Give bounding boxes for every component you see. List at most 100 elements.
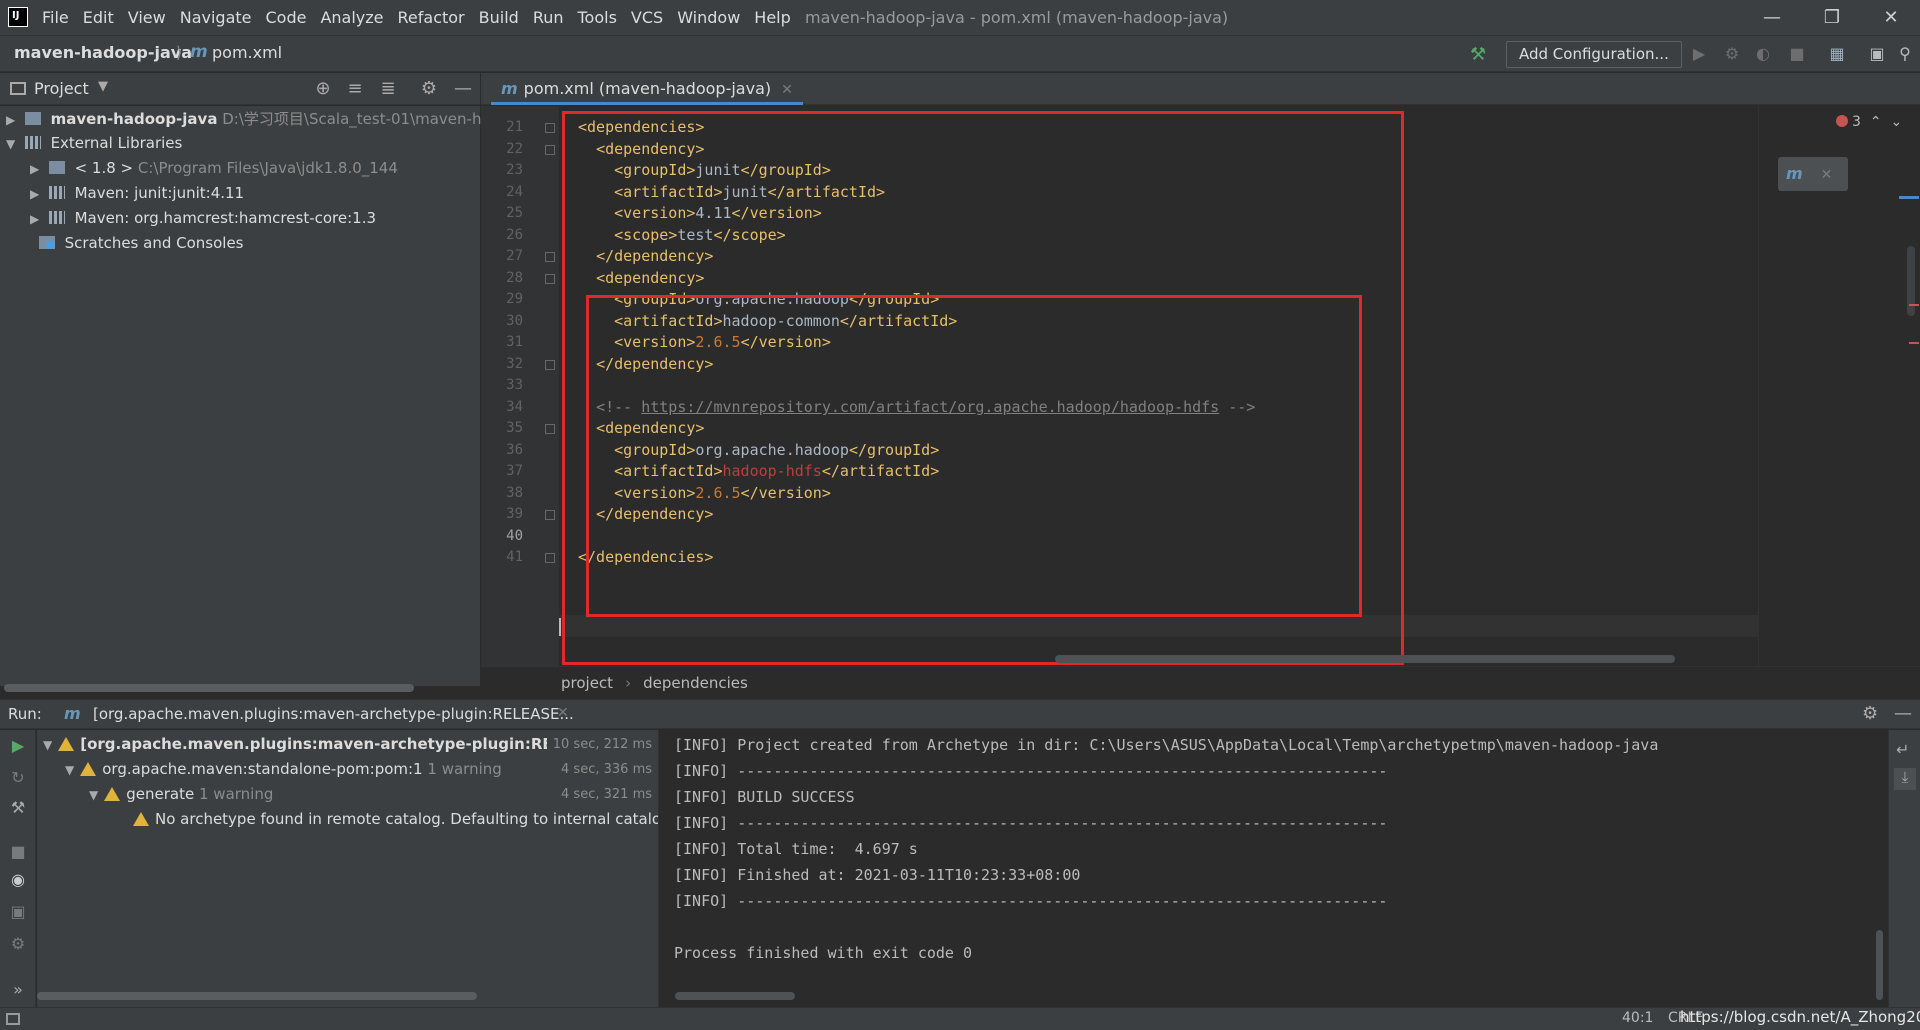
restore-icon[interactable]: ❐: [1807, 0, 1857, 35]
chevron-down-icon[interactable]: ▼: [6, 132, 20, 157]
fold-marker-icon[interactable]: [545, 274, 555, 284]
line-number: 22: [506, 141, 523, 157]
tree-item-junit[interactable]: ▶ Maven: junit:junit:4.11: [30, 181, 244, 206]
run-tree-scrollbar[interactable]: [37, 992, 477, 1000]
menu-edit[interactable]: Edit: [83, 0, 114, 35]
breadcrumb-project[interactable]: maven-hadoop-java: [14, 43, 192, 62]
editor-horizontal-scrollbar[interactable]: [1055, 655, 1675, 663]
menu-navigate[interactable]: Navigate: [180, 0, 252, 35]
tree-item-archetype-warning[interactable]: No archetype found in remote catalog. De…: [133, 807, 658, 832]
tree-item-label: < 1.8 >: [74, 159, 134, 177]
search-icon[interactable]: ⚲: [1894, 44, 1916, 66]
close-run-tab-icon[interactable]: ✕: [557, 705, 569, 721]
presentation-icon[interactable]: ▣: [1866, 44, 1888, 66]
rerun-icon[interactable]: ▶: [8, 736, 28, 755]
tree-item-time: 10 sec, 212 ms: [546, 732, 652, 757]
tree-item-hamcrest[interactable]: ▶ Maven: org.hamcrest:hamcrest-core:1.3: [30, 206, 376, 231]
eye-icon[interactable]: ◉: [8, 870, 28, 889]
minimize-icon[interactable]: —: [1747, 0, 1797, 35]
project-panel-title[interactable]: Project: [34, 79, 89, 98]
menu-file[interactable]: File: [42, 0, 69, 35]
tab-pom-xml[interactable]: m pom.xml (maven-hadoop-java) ✕: [491, 73, 803, 105]
chevron-down-icon[interactable]: ▼: [65, 763, 74, 777]
chevron-right-icon[interactable]: ▶: [30, 207, 44, 232]
hide-panel-icon[interactable]: —: [452, 78, 474, 99]
project-structure-icon[interactable]: ▦: [1826, 44, 1848, 66]
settings-icon[interactable]: ⚙: [8, 934, 28, 953]
error-stripe[interactable]: [1909, 304, 1919, 306]
close-icon[interactable]: ✕: [1821, 167, 1833, 183]
menu-analyze[interactable]: Analyze: [320, 0, 383, 35]
tree-item-standalone-pom[interactable]: ▼ org.apache.maven:standalone-pom:pom:1 1…: [65, 757, 502, 782]
fold-marker-icon[interactable]: [545, 252, 555, 262]
fold-marker-icon[interactable]: [545, 424, 555, 434]
status-bar: 40:1 CRLF https://blog.csdn.net/A_Zhong2…: [0, 1007, 1920, 1030]
fold-marker-icon[interactable]: [545, 123, 555, 133]
stop-icon[interactable]: ■: [1786, 44, 1808, 66]
close-window-icon[interactable]: ✕: [1866, 0, 1916, 35]
coverage-icon[interactable]: ◐: [1752, 44, 1774, 66]
menu-code[interactable]: Code: [266, 0, 307, 35]
fold-marker-icon[interactable]: [545, 553, 555, 563]
watermark-text: https://blog.csdn.net/A_Zhong20: [1680, 1008, 1920, 1026]
maven-reload-badge[interactable]: m ✕: [1778, 157, 1848, 191]
run-console[interactable]: [INFO] Project created from Archetype in…: [660, 730, 1888, 1007]
breadcrumb-file[interactable]: pom.xml: [212, 43, 282, 62]
locate-icon[interactable]: ⊕: [312, 78, 334, 99]
line-number: 24: [506, 184, 523, 200]
menu-vcs[interactable]: VCS: [631, 0, 663, 35]
chevron-down-icon[interactable]: ▼: [43, 738, 52, 752]
menu-view[interactable]: View: [128, 0, 166, 35]
build-hammer-icon[interactable]: ⚒: [1470, 44, 1486, 65]
caret-position[interactable]: 40:1: [1622, 1010, 1653, 1026]
run-icon[interactable]: ▶: [1688, 44, 1710, 66]
fold-marker-icon[interactable]: [545, 510, 555, 520]
line-number: 34: [506, 399, 523, 415]
menu-window[interactable]: Window: [677, 0, 740, 35]
gear-icon[interactable]: ⚙: [418, 78, 440, 99]
crumb-dependencies[interactable]: dependencies: [643, 674, 748, 692]
menu-tools[interactable]: Tools: [578, 0, 617, 35]
project-tree-scrollbar[interactable]: [4, 684, 414, 692]
tree-item-archetype-run[interactable]: ▼ [org.apache.maven.plugins:maven-archety…: [43, 732, 605, 757]
tree-item-scratches[interactable]: Scratches and Consoles: [20, 231, 244, 256]
gear-icon[interactable]: ⚙: [1862, 703, 1878, 724]
soft-wrap-icon[interactable]: ↵: [1896, 740, 1909, 759]
tree-item-external-libraries[interactable]: ▼ External Libraries: [6, 131, 182, 156]
toggle-offline-icon[interactable]: ↻: [8, 768, 28, 787]
chevron-down-icon[interactable]: ▼: [89, 788, 98, 802]
chevron-right-icon[interactable]: ▶: [30, 157, 44, 182]
stop-icon[interactable]: ■: [8, 842, 28, 861]
close-tab-icon[interactable]: ✕: [781, 82, 793, 98]
chevron-down-icon[interactable]: ▼: [98, 79, 108, 94]
run-tab-title[interactable]: [org.apache.maven.plugins:maven-archetyp…: [93, 705, 574, 723]
tab-label: pom.xml (maven-hadoop-java): [523, 79, 772, 98]
menu-help[interactable]: Help: [754, 0, 790, 35]
tree-item-project-root[interactable]: ▶ maven-hadoop-java D:\学习项目\Scala_test-0…: [6, 107, 499, 132]
console-horizontal-scrollbar[interactable]: [675, 992, 795, 1000]
fold-marker-icon[interactable]: [545, 360, 555, 370]
crumb-project[interactable]: project: [561, 674, 613, 692]
tree-item-jdk[interactable]: ▶ < 1.8 > C:\Program Files\Java\jdk1.8.0…: [30, 156, 398, 181]
debug-icon[interactable]: ⚙: [1721, 44, 1743, 66]
tool-windows-icon[interactable]: [6, 1013, 20, 1025]
menu-refactor[interactable]: Refactor: [398, 0, 465, 35]
chevron-right-icon[interactable]: ▶: [30, 182, 44, 207]
more-icon[interactable]: »: [8, 980, 28, 999]
wrench-icon[interactable]: ⚒: [8, 798, 28, 817]
tree-item-generate[interactable]: ▼ generate 1 warning: [89, 782, 273, 807]
scroll-to-end-icon[interactable]: ⤓: [1894, 768, 1916, 790]
camera-icon[interactable]: ▣: [8, 902, 28, 921]
text-caret: [559, 618, 561, 636]
expand-all-icon[interactable]: ≡: [344, 78, 366, 99]
error-stripe[interactable]: [1909, 342, 1919, 344]
error-count-indicator[interactable]: 3 ⌃ ⌄: [1836, 114, 1902, 130]
fold-marker-icon[interactable]: [545, 145, 555, 155]
hide-panel-icon[interactable]: —: [1894, 703, 1912, 724]
add-configuration-button[interactable]: Add Configuration...: [1506, 41, 1682, 68]
console-vertical-scrollbar[interactable]: [1876, 930, 1883, 1000]
chevron-right-icon[interactable]: ▶: [6, 108, 20, 133]
menu-run[interactable]: Run: [533, 0, 564, 35]
menu-build[interactable]: Build: [479, 0, 519, 35]
collapse-all-icon[interactable]: ≣: [377, 78, 399, 99]
